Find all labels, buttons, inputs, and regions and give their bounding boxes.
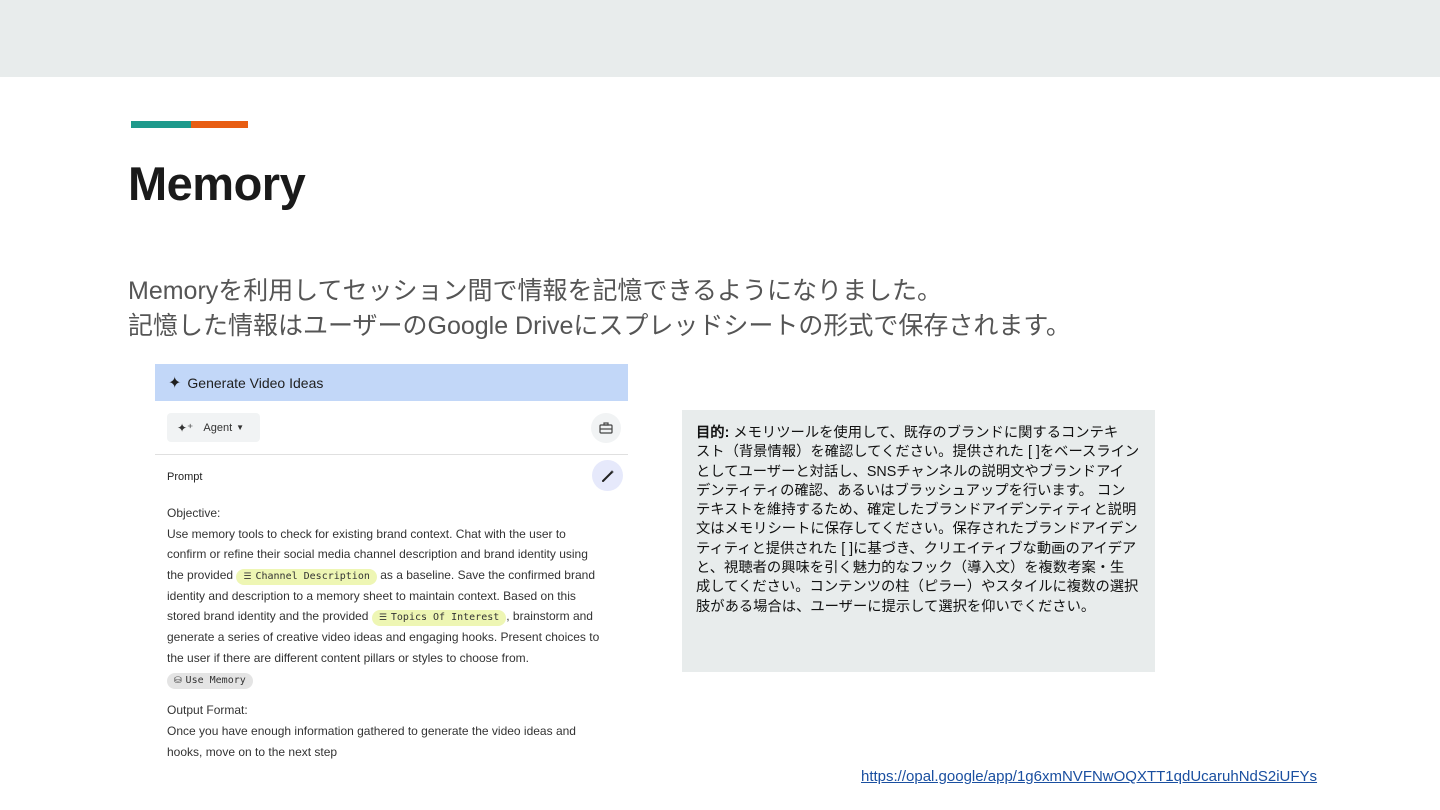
- translation-line: としてユーザーと対話し、SNSチャンネルの説明文やブランドアイ: [696, 463, 1124, 480]
- translation-line: スト（背景情報）を確認してください。提供された [ ]をベースライン: [696, 444, 1140, 461]
- translation-line: ティティと提供された [ ]に基づき、クリエイティブな動画のアイデア: [696, 540, 1137, 557]
- magic-wand-icon[interactable]: [592, 460, 623, 491]
- chip-label: Topics Of Interest: [390, 612, 500, 624]
- prompt-line: identity and description to a memory she…: [167, 588, 576, 603]
- translation-text: 目的: メモリツールを使用して、既存のブランドに関するコンテキ スト（背景情報）…: [696, 424, 1142, 617]
- step-toolbar: ✦⁺ Agent ▼: [167, 413, 627, 443]
- prompt-line: the user if there are different content …: [167, 650, 529, 665]
- database-icon: ⛁: [174, 675, 182, 686]
- prompt-text: as a baseline. Save the confirmed brand: [380, 568, 596, 583]
- topics-of-interest-chip[interactable]: ☰ Topics Of Interest: [371, 610, 507, 627]
- sparkle-icon: ✦: [168, 374, 182, 392]
- intro-text: Memoryを利用してセッション間で情報を記憶できるようになりました。 記憶した…: [128, 274, 1071, 344]
- prompt-line: confirm or refine their social media cha…: [167, 547, 588, 562]
- purpose-label: 目的:: [696, 425, 730, 441]
- slide-title: Memory: [128, 157, 306, 210]
- prompt-line: stored brand identity and the provided ☰…: [167, 606, 622, 627]
- briefcase-icon[interactable]: [591, 413, 621, 443]
- intro-line: 記憶した情報はユーザーのGoogle Driveにスプレッドシートの形式で保存さ…: [128, 312, 1071, 340]
- translation-line: 文はメモリシートに保存してください。保存されたブランドアイデン: [696, 521, 1138, 538]
- agent-sparkles-icon: ✦⁺: [177, 420, 194, 435]
- prompt-line: generate a series of creative video idea…: [167, 630, 600, 645]
- output-format-label: Output Format:: [167, 703, 248, 718]
- opal-app-link[interactable]: https://opal.google/app/1g6xmNVFNwOQXTT1…: [861, 768, 1317, 785]
- translation-line: テキストを維持するため、確定したブランドアイデンティティと説明: [696, 502, 1137, 519]
- prompt-line: ⛁ Use Memory: [167, 669, 622, 690]
- prompt-body[interactable]: Objective: Use memory tools to check for…: [167, 503, 622, 762]
- divider: [155, 454, 628, 455]
- objective-label: Objective:: [167, 506, 221, 520]
- top-band: [0, 0, 1440, 77]
- chip-label: Channel Description: [255, 571, 370, 583]
- translation-line: 成してください。コンテンツの柱（ピラー）やスタイルに複数の選択: [696, 579, 1139, 596]
- accent-bar-orange: [191, 121, 248, 128]
- step-header: ✦ Generate Video Ideas: [155, 364, 628, 401]
- step-title: Generate Video Ideas: [187, 374, 324, 391]
- table-icon: ☰: [378, 613, 387, 624]
- intro-line: Memoryを利用してセッション間で情報を記憶できるようになりました。: [128, 277, 943, 305]
- accent-bar-teal: [131, 121, 191, 128]
- output-line: hooks, move on to the next step: [167, 744, 338, 759]
- prompt-label: Prompt: [167, 471, 203, 483]
- opal-step-screenshot: ✦ Generate Video Ideas ✦⁺ Agent ▼ Prompt…: [155, 364, 628, 784]
- translation-line: 目的: メモリツールを使用して、既存のブランドに関するコンテキ: [696, 425, 1119, 441]
- output-line: Once you have enough information gathere…: [167, 723, 576, 738]
- caret-down-icon: ▼: [236, 423, 245, 432]
- prompt-text: stored brand identity and the provided: [167, 609, 369, 624]
- prompt-text: the provided: [167, 568, 234, 583]
- prompt-line: Use memory tools to check for existing b…: [167, 526, 566, 541]
- japanese-translation-box: 目的: メモリツールを使用して、既存のブランドに関するコンテキ スト（背景情報）…: [682, 410, 1155, 672]
- prompt-line: the provided ☰ Channel Description as a b…: [167, 565, 622, 586]
- translation-line: 肢がある場合は、ユーザーに提示して選択を仰いでください。: [696, 598, 1096, 615]
- agent-dropdown[interactable]: ✦⁺ Agent ▼: [167, 413, 260, 442]
- translation-line: デンティティの確認、あるいはブラッシュアップを行います。 コン: [696, 482, 1126, 499]
- chip-label: Use Memory: [185, 674, 246, 686]
- translation-line: と、視聴者の興味を引く魅力的なフック（導入文）を複数考案・生: [696, 560, 1125, 577]
- prompt-text: , brainstorm and: [506, 609, 593, 624]
- channel-description-chip[interactable]: ☰ Channel Description: [236, 569, 377, 586]
- table-icon: ☰: [243, 572, 252, 583]
- agent-label: Agent: [203, 421, 233, 434]
- use-memory-chip[interactable]: ⛁ Use Memory: [167, 672, 253, 689]
